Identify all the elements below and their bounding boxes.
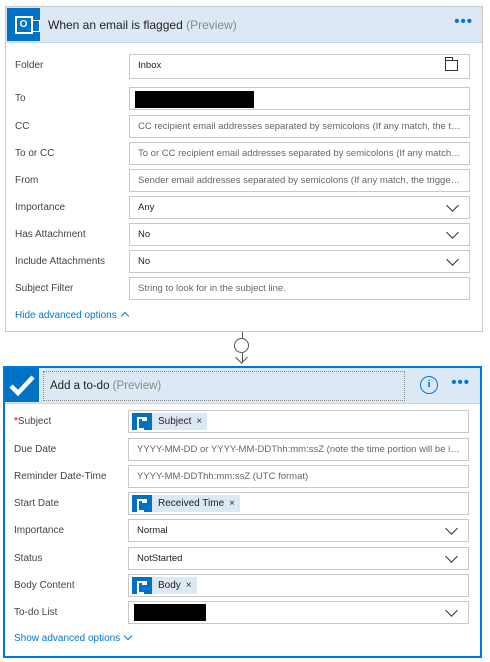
more-options-icon[interactable]: ••• (451, 375, 470, 390)
outlook-icon: O (7, 8, 40, 41)
arrow-down-icon (235, 351, 248, 364)
to-or-cc-row: To or CC To or CC recipient email addres… (6, 142, 482, 166)
outlook-token-icon (132, 413, 152, 430)
action-header[interactable]: Add a to-do (Preview) i ••• (5, 368, 480, 404)
redacted-block (135, 91, 254, 108)
due-date-row: Due Date YYYY-MM-DD or YYYY-MM-DDThh:mm:… (5, 438, 480, 462)
importance-label: Importance (15, 202, 66, 213)
to-or-cc-field[interactable]: To or CC recipient email addresses separ… (129, 142, 470, 165)
to-field[interactable] (129, 87, 470, 110)
remove-token-icon[interactable]: × (186, 580, 192, 591)
action-title-field[interactable]: Add a to-do (Preview) (43, 371, 405, 401)
reminder-label: Reminder Date-Time (14, 471, 107, 482)
to-or-cc-label: To or CC (15, 148, 55, 159)
importance-dropdown[interactable]: Any (129, 196, 470, 219)
status-label: Status (14, 553, 43, 564)
subject-row: *Subject Subject × (5, 410, 480, 434)
cc-label: CC (15, 121, 30, 132)
hide-advanced-options-link[interactable]: Hide advanced options (15, 310, 129, 321)
importance-row: Importance Any (6, 196, 482, 220)
to-label: To (15, 93, 26, 104)
trigger-title: When an email is flagged (Preview) (48, 18, 237, 32)
cc-row: CC CC recipient email addresses separate… (6, 115, 482, 139)
body-label: Body Content (14, 580, 75, 591)
reminder-field[interactable]: YYYY-MM-DDThh:mm:ssZ (UTC format) (128, 465, 469, 488)
subject-filter-label: Subject Filter (15, 283, 74, 294)
folder-row: Folder Inbox (6, 54, 482, 79)
received-time-token[interactable]: Received Time × (132, 495, 240, 512)
folder-label: Folder (15, 60, 44, 71)
subject-filter-row: Subject Filter String to look for in the… (6, 277, 482, 301)
more-options-icon[interactable]: ••• (454, 14, 473, 29)
status-row: Status NotStarted (5, 547, 480, 571)
chevron-up-icon (120, 311, 129, 321)
subject-label: *Subject (14, 416, 52, 427)
start-date-row: Start Date Received Time × (5, 492, 480, 516)
outlook-token-icon (132, 495, 152, 512)
from-field[interactable]: Sender email addresses separated by semi… (129, 169, 470, 192)
subject-field[interactable]: Subject × (128, 410, 469, 433)
outlook-token-icon (132, 577, 152, 594)
include-attachments-row: Include Attachments No (6, 250, 482, 274)
todo-list-dropdown[interactable] (128, 601, 469, 624)
body-field[interactable]: Body × (128, 574, 469, 597)
todo-checkmark-icon (5, 368, 39, 402)
subject-token[interactable]: Subject × (132, 413, 208, 430)
chevron-down-icon (123, 631, 133, 641)
remove-token-icon[interactable]: × (229, 498, 235, 509)
folder-field[interactable]: Inbox (129, 54, 470, 79)
redacted-block (134, 604, 206, 621)
todo-list-label: To-do List (14, 607, 58, 618)
chevron-down-icon[interactable] (445, 604, 458, 617)
action-card: Add a to-do (Preview) i ••• *Subject Sub… (3, 366, 482, 658)
action-importance-label: Importance (14, 525, 65, 536)
body-token[interactable]: Body × (132, 577, 197, 594)
body-row: Body Content Body × (5, 574, 480, 598)
due-date-field[interactable]: YYYY-MM-DD or YYYY-MM-DDThh:mm:ssZ (note… (128, 438, 469, 461)
from-label: From (15, 175, 39, 186)
has-attachment-dropdown[interactable]: No (129, 223, 470, 246)
include-attachments-dropdown[interactable]: No (129, 250, 470, 273)
include-attachments-label: Include Attachments (15, 256, 106, 267)
cc-field[interactable]: CC recipient email addresses separated b… (129, 115, 470, 138)
due-date-label: Due Date (14, 444, 57, 455)
trigger-header[interactable]: O When an email is flagged (Preview) ••• (6, 7, 482, 43)
todo-list-row: To-do List (5, 601, 480, 625)
to-row: To (6, 87, 482, 111)
start-date-label: Start Date (14, 498, 60, 509)
reminder-row: Reminder Date-Time YYYY-MM-DDThh:mm:ssZ … (5, 465, 480, 489)
start-date-field[interactable]: Received Time × (128, 492, 469, 515)
remove-token-icon[interactable]: × (196, 416, 202, 427)
action-importance-dropdown[interactable]: Normal (128, 519, 469, 542)
trigger-card: O When an email is flagged (Preview) •••… (5, 6, 483, 332)
show-advanced-options-link[interactable]: Show advanced options (14, 631, 133, 644)
info-icon[interactable]: i (420, 376, 438, 394)
status-dropdown[interactable]: NotStarted (128, 547, 469, 570)
action-importance-row: Importance Normal (5, 519, 480, 543)
has-attachment-label: Has Attachment (15, 229, 86, 240)
subject-filter-field[interactable]: String to look for in the subject line. (129, 277, 470, 300)
has-attachment-row: Has Attachment No (6, 223, 482, 247)
folder-icon[interactable] (445, 57, 458, 71)
from-row: From Sender email addresses separated by… (6, 169, 482, 193)
